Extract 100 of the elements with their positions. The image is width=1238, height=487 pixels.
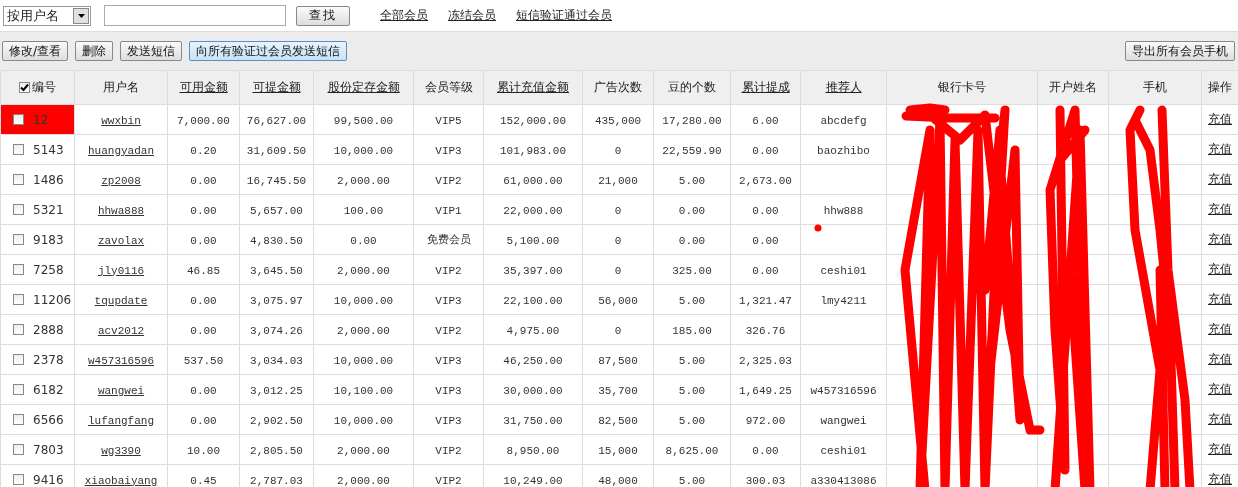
- table-cell: 15,000: [598, 444, 638, 457]
- member-id: 7258: [33, 262, 64, 277]
- table-cell: 4,830.50: [250, 234, 303, 247]
- table-cell: 8,625.00: [665, 444, 719, 457]
- row-checkbox[interactable]: [13, 174, 24, 186]
- table-cell: 1,321.47: [739, 294, 792, 307]
- member-id: 2888: [33, 322, 64, 337]
- table-cell: 3,074.26: [250, 324, 303, 337]
- table-cell: 0.45: [190, 474, 217, 487]
- row-checkbox[interactable]: [13, 324, 24, 336]
- table-cell: VIP2: [435, 174, 462, 187]
- username-link[interactable]: wwxbin: [101, 114, 141, 127]
- search-mode-dropdown[interactable]: 按用户名: [3, 5, 91, 26]
- username-link[interactable]: zp2008: [101, 174, 141, 187]
- referrer-name: baozhibo: [817, 144, 870, 157]
- action-button[interactable]: 发送短信: [120, 41, 183, 61]
- table-cell: 46,250.00: [503, 354, 563, 367]
- table-cell: 8,950.00: [506, 444, 560, 457]
- filter-link[interactable]: 冻结会员: [448, 7, 496, 24]
- table-cell: 0.00: [190, 384, 217, 397]
- filter-link[interactable]: 短信验证通过会员: [516, 7, 612, 24]
- select-all-checkbox[interactable]: [19, 82, 30, 93]
- row-checkbox[interactable]: [13, 144, 24, 156]
- row-checkbox[interactable]: [13, 204, 24, 216]
- row-checkbox[interactable]: [13, 474, 24, 486]
- row-checkbox[interactable]: [13, 414, 24, 426]
- table-cell: 35,700: [598, 384, 638, 397]
- table-cell: 2,673.00: [739, 174, 792, 187]
- table-cell: 0: [614, 234, 622, 247]
- column-header: 用户名: [103, 80, 139, 94]
- table-cell: 326.76: [745, 324, 786, 337]
- table-cell: VIP3: [435, 414, 462, 427]
- column-header: 银行卡号: [938, 80, 986, 94]
- table-cell: 0: [614, 204, 622, 217]
- row-checkbox[interactable]: [13, 384, 24, 396]
- action-button[interactable]: 修改/查看: [2, 41, 69, 61]
- table-cell: 0.00: [678, 234, 706, 247]
- column-header: 广告次数: [594, 80, 642, 94]
- action-button[interactable]: 向所有验证过会员发送短信: [189, 41, 348, 61]
- table-cell: 10,249.00: [503, 474, 563, 487]
- table-cell: VIP3: [435, 354, 462, 367]
- table-cell: 87,500: [598, 354, 638, 367]
- referrer-name: wangwei: [820, 414, 867, 427]
- table-cell: 56,000: [598, 294, 638, 307]
- table-cell: 76,627.00: [246, 114, 307, 127]
- table-cell: 7,000.00: [177, 114, 230, 127]
- table-cell: 0.00: [190, 234, 217, 247]
- row-checkbox[interactable]: [13, 264, 24, 276]
- table-cell: 22,000.00: [503, 204, 563, 217]
- table-cell: 0.00: [190, 294, 217, 307]
- member-id: 6182: [33, 382, 64, 397]
- row-checkbox[interactable]: [13, 114, 24, 126]
- table-cell: 3,645.50: [250, 264, 303, 277]
- table-cell: 10,000.00: [333, 294, 394, 307]
- row-checkbox[interactable]: [13, 294, 24, 306]
- member-id: 5321: [33, 202, 64, 217]
- filter-link[interactable]: 全部会员: [380, 7, 428, 24]
- table-cell: 537.50: [183, 354, 224, 367]
- referrer-name: w457316596: [810, 384, 877, 397]
- table-cell: 10,000.00: [333, 144, 394, 157]
- row-checkbox[interactable]: [13, 354, 24, 366]
- table-cell: 免费会员: [426, 234, 471, 246]
- search-field[interactable]: [104, 5, 286, 26]
- table-cell: 1,649.25: [739, 384, 792, 397]
- username-link[interactable]: wg3390: [101, 444, 141, 457]
- member-id: 9416: [33, 472, 64, 487]
- table-cell: 101,983.00: [500, 144, 566, 157]
- table-cell: 0.00: [752, 204, 779, 217]
- table-cell: 100.00: [343, 204, 384, 217]
- table-cell: 5,657.00: [250, 204, 303, 217]
- table-cell: 0.00: [752, 444, 779, 457]
- table-cell: VIP3: [435, 294, 462, 307]
- table-cell: 99,500.00: [333, 114, 394, 127]
- table-cell: 0.00: [350, 234, 377, 247]
- row-checkbox[interactable]: [13, 234, 24, 246]
- action-button[interactable]: 删除: [75, 41, 114, 61]
- sort-header-link[interactable]: 推荐人: [825, 80, 862, 94]
- referrer-name: ceshi01: [820, 264, 867, 277]
- table-cell: 22,559.90: [662, 144, 722, 157]
- export-button[interactable]: 导出所有会员手机: [1125, 41, 1235, 61]
- table-cell: 5.00: [678, 384, 706, 397]
- table-cell: 61,000.00: [503, 174, 563, 187]
- table-cell: 435,000: [594, 114, 642, 127]
- table-cell: 0.00: [678, 204, 706, 217]
- member-id: 7803: [33, 442, 64, 457]
- table-cell: VIP2: [435, 264, 462, 277]
- table-cell: 0.00: [190, 174, 217, 187]
- table-cell: VIP3: [435, 384, 462, 397]
- column-header: 会员等级: [424, 80, 473, 94]
- search-button[interactable]: 查找: [296, 5, 350, 26]
- row-checkbox[interactable]: [13, 444, 24, 456]
- table-cell: 152,000.00: [500, 114, 566, 127]
- table-cell: VIP2: [435, 474, 462, 487]
- table-cell: 2,000.00: [337, 264, 390, 277]
- dot-mark: [814, 224, 822, 232]
- member-id: 12: [33, 112, 49, 127]
- table-cell: 2,325.03: [739, 354, 792, 367]
- referrer-name: abcdefg: [820, 114, 867, 127]
- referrer-name: ceshi01: [820, 444, 867, 457]
- caret-icon: [73, 7, 89, 24]
